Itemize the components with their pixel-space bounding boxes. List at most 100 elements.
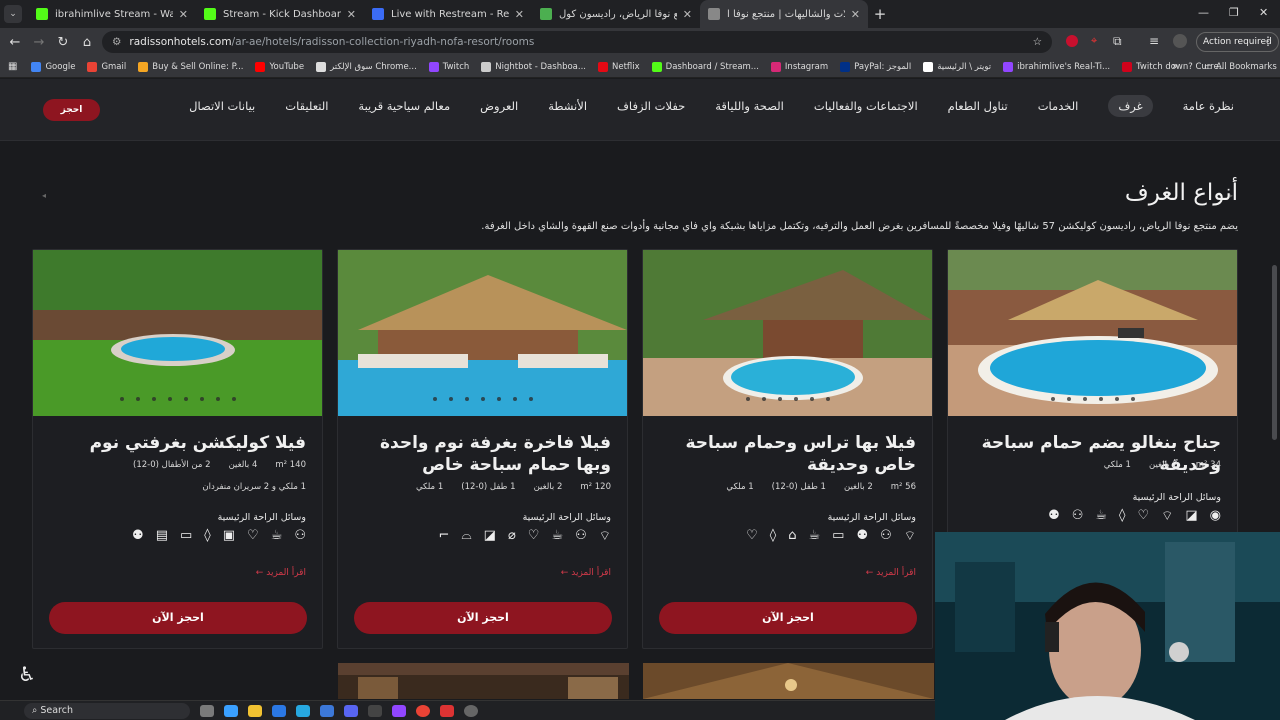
store-icon[interactable] [272, 704, 286, 717]
close-window-icon[interactable]: ✕ [1259, 6, 1268, 19]
carousel-dot[interactable] [825, 397, 830, 401]
new-tab-button[interactable]: + [868, 5, 892, 23]
chrome-icon[interactable] [416, 704, 430, 717]
bookmark-item[interactable]: Google [31, 61, 75, 72]
carousel-dot[interactable] [199, 397, 204, 401]
book-now-button[interactable]: احجز الآن [49, 602, 307, 634]
bookmark-item[interactable]: Buy & Sell Online: P... [138, 61, 243, 72]
bookmark-star-icon[interactable]: ☆ [1033, 36, 1042, 48]
room-image[interactable] [338, 250, 627, 416]
carousel-dot[interactable] [512, 397, 517, 401]
site-info-icon[interactable]: ⚙ [112, 36, 121, 48]
accessibility-icon[interactable]: ♿ [14, 662, 40, 688]
bookmark-item[interactable]: ibrahimlive's Real-Ti... [1003, 61, 1110, 72]
carousel-dot[interactable] [1114, 397, 1119, 401]
read-more-link[interactable]: اقرأ المزيد ← [561, 568, 611, 578]
bookmark-item[interactable]: Twitch [428, 61, 469, 72]
carousel-dot[interactable] [135, 397, 140, 401]
bookmark-item[interactable]: Gmail [87, 61, 126, 72]
carousel-dot[interactable] [1066, 397, 1071, 401]
browser-tab[interactable]: Stream - Kick Dashboard ✕ [196, 0, 364, 28]
tab-close-icon[interactable]: ✕ [851, 8, 860, 21]
carousel-dot[interactable] [1082, 397, 1087, 401]
room-image[interactable] [643, 250, 932, 416]
book-now-button[interactable]: احجز الآن [354, 602, 612, 634]
browser-tab[interactable]: ibrahimlive Stream - Watch Live ✕ [28, 0, 196, 28]
taskbar-search[interactable]: ⌕ Search [24, 702, 190, 719]
tab-close-icon[interactable]: ✕ [683, 8, 692, 21]
nav-item[interactable]: التعليقات [285, 95, 328, 117]
extension-red-icon[interactable] [1066, 35, 1078, 47]
carousel-dot[interactable] [745, 397, 750, 401]
nav-item[interactable]: الخدمات [1038, 95, 1079, 117]
room-image[interactable] [33, 250, 322, 416]
carousel-dot[interactable] [215, 397, 220, 401]
tab-search-icon[interactable]: ⌄ [4, 5, 22, 23]
nav-item[interactable]: تناول الطعام [948, 95, 1008, 117]
bookmark-item[interactable]: تويتر \ الرئيسية [923, 61, 991, 72]
extensions-icon[interactable]: ⧉ [1113, 34, 1122, 49]
app-red-icon[interactable] [440, 704, 454, 717]
more-menu-icon[interactable]: ⋮ [1262, 34, 1274, 48]
nav-item[interactable]: معالم سياحية قريبة [358, 95, 450, 117]
nav-item[interactable]: غرف [1108, 95, 1153, 117]
nav-item[interactable]: الاجتماعات والفعاليات [814, 95, 918, 117]
carousel-dot[interactable] [777, 397, 782, 401]
nav-item[interactable]: بيانات الاتصال [189, 95, 255, 117]
bookmark-item[interactable]: Nightbot - Dashboa... [481, 61, 586, 72]
tab-close-icon[interactable]: ✕ [515, 8, 524, 21]
carousel-dot[interactable] [183, 397, 188, 401]
carousel-dot[interactable] [496, 397, 501, 401]
carousel-dot[interactable] [231, 397, 236, 401]
browser-tab[interactable]: الفيلات والشاليهات | منتجع نوفا ا... ✕ [700, 0, 868, 28]
bookmarks-overflow-icon[interactable]: » [1172, 61, 1178, 72]
bookmark-item[interactable]: سوق الإلكتر Chrome... [316, 61, 417, 72]
all-bookmarks[interactable]: ▭ All Bookmarks [1204, 62, 1277, 72]
read-more-link[interactable]: اقرأ المزيد ← [256, 568, 306, 578]
carousel-dot[interactable] [448, 397, 453, 401]
nav-item[interactable]: حفلات الزفاف [617, 95, 685, 117]
tab-close-icon[interactable]: ✕ [179, 8, 188, 21]
task-view-icon[interactable] [200, 704, 214, 717]
carousel-dot[interactable] [1098, 397, 1103, 401]
settings-icon[interactable] [464, 704, 478, 717]
minimize-icon[interactable]: — [1198, 6, 1209, 19]
restore-icon[interactable]: ❐ [1229, 6, 1239, 19]
nav-item[interactable]: الأنشطة [548, 95, 587, 117]
carousel-dot[interactable] [528, 397, 533, 401]
file-explorer-icon[interactable] [248, 704, 262, 717]
nav-item[interactable]: نظرة عامة [1183, 95, 1234, 117]
read-more-link[interactable]: اقرأ المزيد ← [866, 568, 916, 578]
bookmark-item[interactable]: YouTube [255, 61, 304, 72]
discord-icon[interactable] [344, 704, 358, 717]
apps-grid-icon[interactable]: ▦ [8, 61, 17, 72]
forward-icon[interactable]: → [27, 35, 51, 50]
copilot-icon[interactable] [224, 704, 238, 717]
header-book-button[interactable]: احجز [43, 99, 100, 121]
nav-item[interactable]: العروض [480, 95, 518, 117]
browser-tab[interactable]: منتجع نوفا الرياض، راديسون كول... ✕ [532, 0, 700, 28]
carousel-dot[interactable] [167, 397, 172, 401]
nav-item[interactable]: الصحة واللياقة [715, 95, 784, 117]
extension-pin-icon[interactable]: ⌖ [1091, 34, 1097, 48]
profile-avatar[interactable] [1173, 34, 1187, 48]
carousel-dot[interactable] [1130, 397, 1135, 401]
bookmark-item[interactable]: Instagram [770, 61, 828, 72]
carousel-dot[interactable] [432, 397, 437, 401]
obs-icon[interactable] [368, 704, 382, 717]
browser-tab[interactable]: Live with Restream - Restream ✕ [364, 0, 532, 28]
carousel-dot[interactable] [480, 397, 485, 401]
carousel-dot[interactable] [793, 397, 798, 401]
bookmark-item[interactable]: Dashboard / Stream... [651, 61, 759, 72]
room-image[interactable] [948, 250, 1237, 416]
bookmark-item[interactable]: Netflix [598, 61, 640, 72]
tab-close-icon[interactable]: ✕ [347, 8, 356, 21]
carousel-dot[interactable] [464, 397, 469, 401]
carousel-dot[interactable] [151, 397, 156, 401]
carousel-dot[interactable] [809, 397, 814, 401]
carousel-dot[interactable] [119, 397, 124, 401]
back-icon[interactable]: ← [3, 35, 27, 50]
page-scrollbar[interactable] [1272, 265, 1277, 440]
book-now-button[interactable]: احجز الآن [659, 602, 917, 634]
home-icon[interactable]: ⌂ [75, 35, 99, 50]
